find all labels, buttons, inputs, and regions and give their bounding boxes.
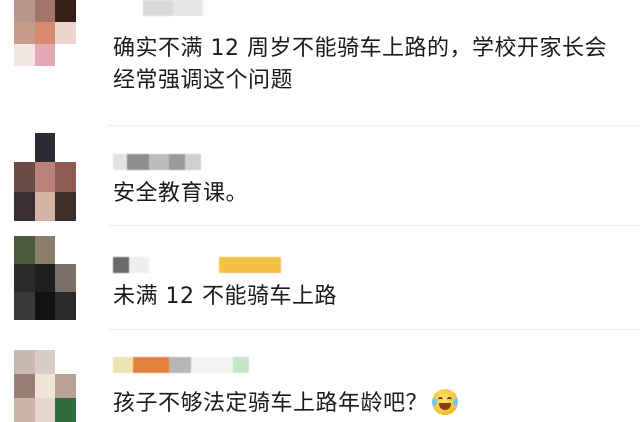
avatar-pixel — [34, 398, 56, 422]
username-redacted[interactable] — [113, 357, 249, 373]
avatar-pixel — [34, 133, 56, 163]
avatar-pixel — [14, 162, 35, 192]
avatar-pixel — [14, 236, 35, 264]
avatar-pixel — [34, 374, 56, 398]
comment-text-line: 经常强调这个问题 — [113, 68, 294, 93]
avatar[interactable] — [14, 236, 76, 320]
comment-text: 安全教育课。 — [113, 178, 248, 210]
username-redacted[interactable] — [113, 257, 281, 273]
avatar-pixel — [55, 264, 76, 292]
avatar-pixel — [55, 374, 76, 398]
avatar-pixel — [14, 22, 35, 44]
name-blur-segment — [219, 257, 281, 273]
avatar-pixel — [34, 191, 56, 221]
avatar-pixel — [34, 162, 56, 192]
avatar[interactable] — [14, 133, 76, 221]
avatar-pixel — [55, 350, 76, 374]
avatar-pixel — [34, 236, 56, 264]
avatar-pixel — [34, 350, 56, 374]
comment-text-line: 确实不满 12 周岁不能骑车上路的，学校开家长会 — [113, 36, 607, 61]
comment-feed: 确实不满 12 周岁不能骑车上路的，学校开家长会 经常强调这个问题 安全教育课。 — [0, 0, 640, 422]
avatar-pixel — [55, 191, 76, 221]
name-blur-segment — [129, 257, 149, 273]
avatar-pixel — [34, 292, 56, 320]
avatar-pixel — [34, 264, 56, 292]
avatar-pixel — [14, 264, 35, 292]
avatar-pixel — [14, 0, 35, 22]
username-redacted[interactable] — [113, 154, 201, 170]
comment-text: 确实不满 12 周岁不能骑车上路的，学校开家长会 经常强调这个问题 — [113, 33, 607, 97]
name-blur-segment — [185, 154, 201, 170]
comment-text-line: 孩子不够法定骑车上路年龄吧？ — [113, 391, 429, 416]
avatar-pixel — [14, 44, 35, 66]
name-blur-segment — [127, 154, 149, 170]
avatar-pixel — [34, 22, 56, 44]
name-blur-segment — [113, 154, 127, 170]
comment-text-line: 安全教育课。 — [113, 181, 249, 206]
name-blur-segment — [143, 0, 173, 16]
crying-laughing-emoji-icon — [432, 389, 459, 415]
name-blur-segment — [173, 0, 203, 16]
username-redacted[interactable] — [113, 0, 203, 16]
avatar-pixel — [55, 133, 76, 163]
avatar-pixel — [14, 374, 35, 398]
avatar-pixel — [55, 292, 76, 320]
name-blur-segment — [113, 357, 133, 373]
avatar-pixel — [34, 44, 56, 66]
name-blur-segment — [113, 0, 143, 16]
comment-item[interactable]: 未满 12 不能骑车上路 — [0, 226, 640, 330]
name-blur-segment — [113, 257, 129, 273]
avatar-pixel — [14, 133, 35, 163]
comment-text: 孩子不够法定骑车上路年龄吧？ — [113, 388, 459, 420]
name-blur-segment — [149, 257, 219, 273]
avatar-pixel — [14, 191, 35, 221]
name-blur-segment — [191, 357, 233, 373]
name-blur-segment — [169, 357, 191, 373]
avatar-pixel — [55, 162, 76, 192]
comment-item[interactable]: 安全教育课。 — [0, 126, 640, 226]
avatar-pixel — [55, 0, 76, 22]
name-blur-segment — [233, 357, 249, 373]
avatar-pixel — [14, 398, 35, 422]
avatar-pixel — [14, 350, 35, 374]
avatar-pixel — [55, 398, 76, 422]
name-blur-segment — [169, 154, 185, 170]
comment-text: 未满 12 不能骑车上路 — [113, 281, 337, 313]
avatar-pixel — [55, 236, 76, 264]
avatar[interactable] — [14, 350, 76, 422]
avatar-pixel — [55, 44, 76, 66]
comment-text-line: 未满 12 不能骑车上路 — [113, 284, 337, 309]
name-blur-segment — [149, 154, 169, 170]
avatar-pixel — [14, 292, 35, 320]
avatar-pixel — [55, 22, 76, 44]
comment-item[interactable]: 确实不满 12 周岁不能骑车上路的，学校开家长会 经常强调这个问题 — [0, 0, 640, 126]
avatar[interactable] — [14, 0, 76, 66]
avatar-pixel — [34, 0, 56, 22]
name-blur-segment — [133, 357, 169, 373]
comment-item[interactable]: 孩子不够法定骑车上路年龄吧？ — [0, 330, 640, 422]
